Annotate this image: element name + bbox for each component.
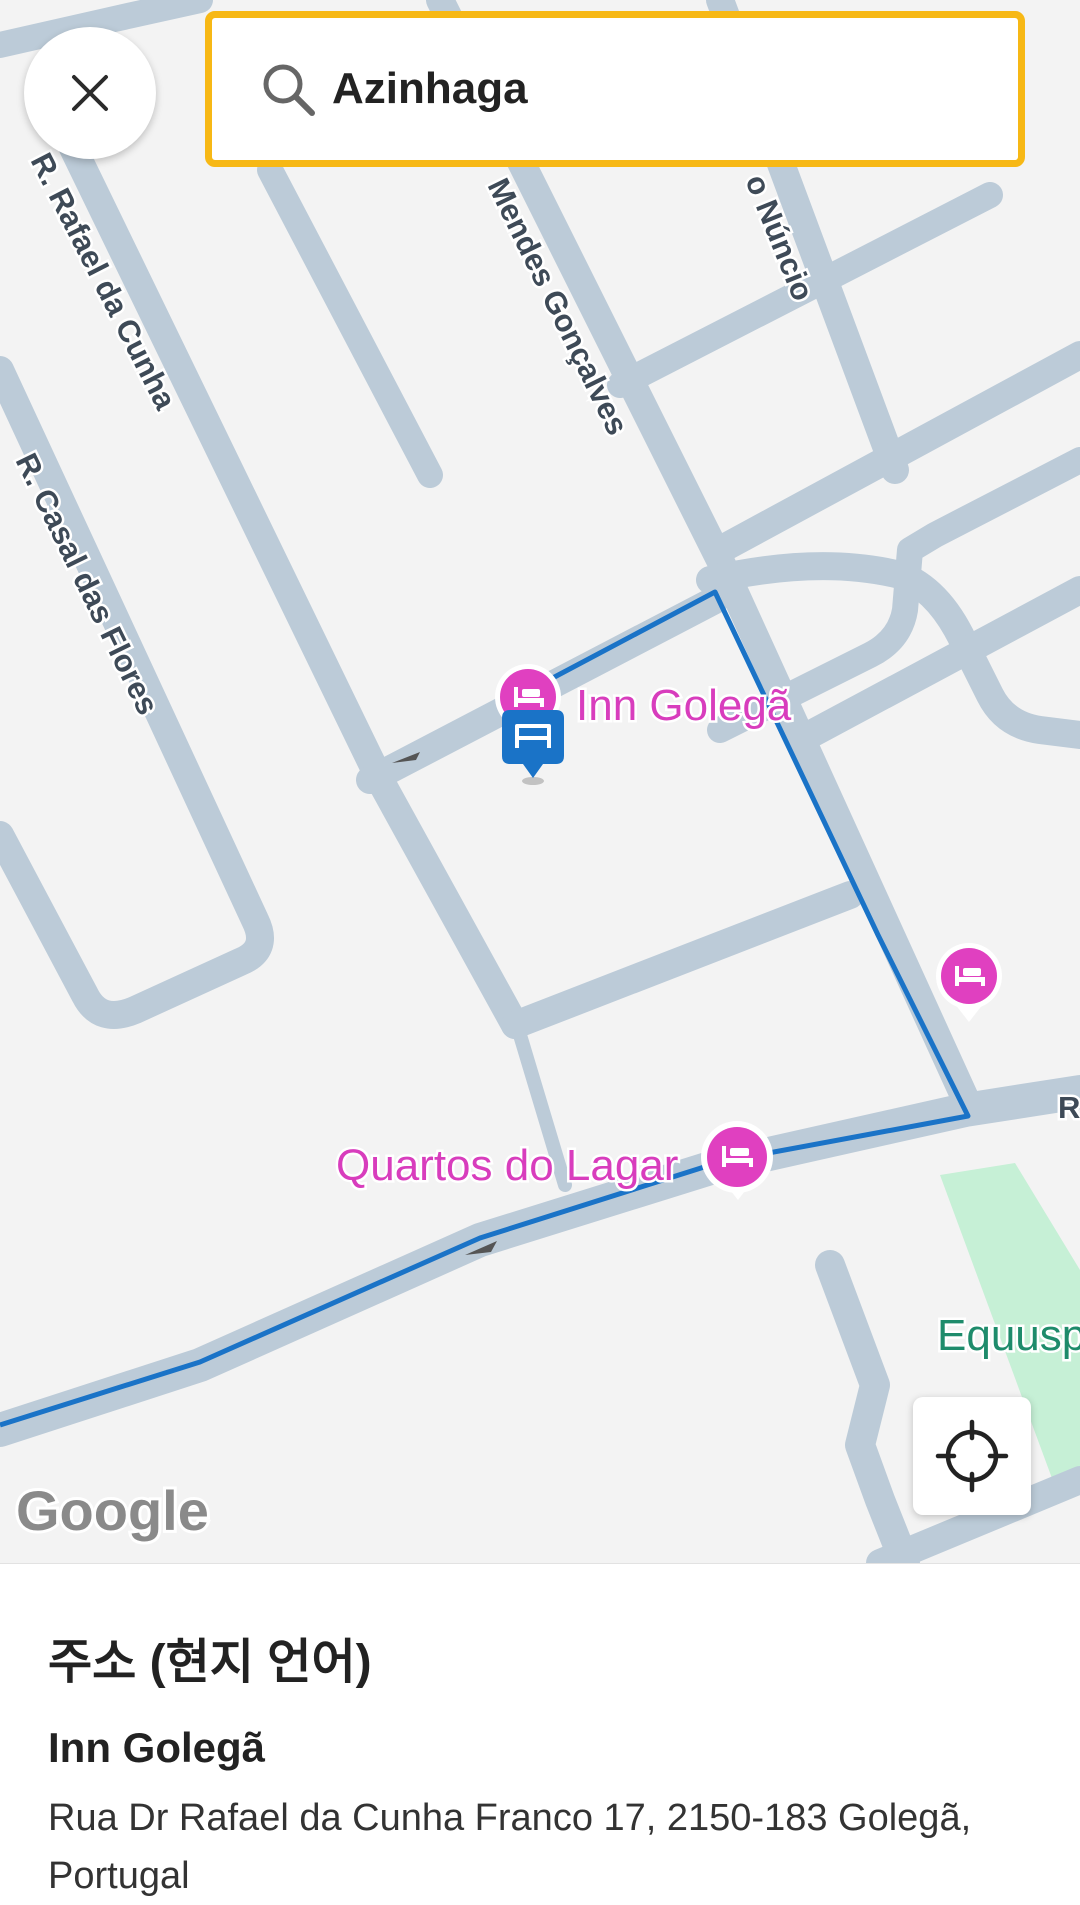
street-label: R. Casal das Flores <box>9 448 166 720</box>
place-info-panel: 주소 (현지 언어) Inn Golegã Rua Dr Rafael da C… <box>0 1563 1080 1897</box>
street-label: R <box>1058 1090 1080 1125</box>
poi-marker-hotel[interactable] <box>936 943 1002 1022</box>
poi-label-inn-golega[interactable]: Inn Golegã <box>574 679 795 733</box>
poi-label-quartos-do-lagar[interactable]: Quartos do Lagar <box>334 1139 681 1193</box>
selected-place-marker[interactable] <box>502 710 564 785</box>
park-label[interactable]: Equusp <box>935 1309 1080 1363</box>
panel-title: 주소 (현지 언어) <box>48 1636 372 1689</box>
search-icon <box>260 61 316 117</box>
map-canvas: R. Rafael da Cunha R. Casal das Flores M… <box>0 0 1080 1563</box>
place-address[interactable]: Rua Dr Rafael da Cunha Franco 17, 2150-1… <box>48 1789 1048 1905</box>
close-button[interactable] <box>24 27 156 159</box>
poi-marker-quartos-do-lagar[interactable] <box>701 1121 773 1200</box>
search-input[interactable] <box>330 63 974 115</box>
my-location-button[interactable] <box>913 1397 1031 1515</box>
my-location-icon <box>935 1419 1009 1493</box>
google-logo: Google <box>16 1479 209 1542</box>
place-name: Inn Golegã <box>48 1724 266 1771</box>
map-view[interactable]: R. Rafael da Cunha R. Casal das Flores M… <box>0 0 1080 1563</box>
search-bar[interactable] <box>205 11 1025 167</box>
close-icon <box>72 75 108 111</box>
